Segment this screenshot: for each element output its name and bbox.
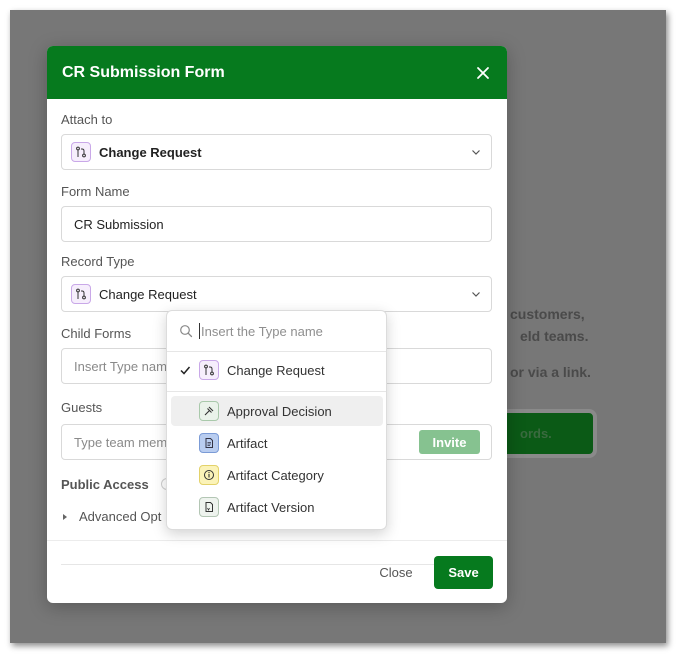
dropdown-item-artifact-category[interactable]: Artifact Category xyxy=(171,460,383,490)
attach-to-label: Attach to xyxy=(61,112,113,127)
dropdown-item-label: Artifact Category xyxy=(227,467,324,483)
modal-header: CR Submission Form xyxy=(47,46,507,99)
close-button[interactable]: Close xyxy=(366,556,426,588)
dropdown-item-approval-decision[interactable]: Approval Decision xyxy=(171,396,383,426)
dropdown-item-artifact[interactable]: Artifact xyxy=(171,428,383,458)
chevron-down-icon xyxy=(472,150,480,155)
background-text-line: eld teams. xyxy=(520,328,589,344)
record-type-select[interactable]: Change Request xyxy=(61,276,492,312)
section-divider xyxy=(61,564,492,565)
save-button[interactable]: Save xyxy=(434,556,493,589)
public-access-label: Public Access xyxy=(61,477,149,492)
document-icon xyxy=(199,433,219,453)
dropdown-divider xyxy=(167,391,386,392)
background-text-line: or via a link. xyxy=(510,364,591,380)
check-icon xyxy=(180,366,191,375)
record-type-value: Change Request xyxy=(99,286,197,302)
form-name-label: Form Name xyxy=(61,184,130,199)
type-search-placeholder: Insert the Type name xyxy=(201,323,323,339)
text-caret xyxy=(199,323,200,339)
dropdown-item-selected[interactable]: Change Request xyxy=(171,355,383,385)
advanced-options-toggle[interactable]: Advanced Opt xyxy=(61,509,161,524)
type-search-input[interactable]: Insert the Type name xyxy=(167,311,386,352)
guests-label: Guests xyxy=(61,400,103,415)
background-cta-label: ords. xyxy=(520,426,552,441)
child-forms-placeholder: Insert Type nam xyxy=(74,358,167,374)
guests-placeholder: Type team mem xyxy=(74,434,168,450)
search-icon xyxy=(180,325,193,338)
advanced-options-label: Advanced Opt xyxy=(79,509,162,524)
dropdown-item-artifact-version[interactable]: Artifact Version xyxy=(171,492,383,522)
dropdown-item-label: Artifact Version xyxy=(227,499,315,515)
dropdown-item-label: Approval Decision xyxy=(227,403,332,419)
child-forms-label: Child Forms xyxy=(61,326,132,341)
close-icon[interactable] xyxy=(475,65,491,81)
record-type-label: Record Type xyxy=(61,254,135,269)
background-text-line: customers, xyxy=(510,306,585,322)
file-version-icon xyxy=(199,497,219,517)
git-pull-request-icon xyxy=(71,284,91,304)
footer-divider xyxy=(47,540,507,541)
gavel-icon xyxy=(199,401,219,421)
form-name-input[interactable]: CR Submission xyxy=(61,206,492,242)
modal-title: CR Submission Form xyxy=(62,63,225,81)
attach-to-value: Change Request xyxy=(99,144,202,160)
git-pull-request-icon xyxy=(199,360,219,380)
form-name-value: CR Submission xyxy=(74,216,164,232)
attach-to-select[interactable]: Change Request xyxy=(61,134,492,170)
invite-button[interactable]: Invite xyxy=(419,430,480,454)
git-pull-request-icon xyxy=(71,142,91,162)
dropdown-item-label: Artifact xyxy=(227,435,268,451)
caret-right-icon xyxy=(63,513,67,520)
type-dropdown: Insert the Type name Change Request Appr… xyxy=(166,310,387,530)
dropdown-item-label: Change Request xyxy=(227,362,325,378)
chevron-down-icon xyxy=(472,292,480,297)
info-circle-icon xyxy=(199,465,219,485)
